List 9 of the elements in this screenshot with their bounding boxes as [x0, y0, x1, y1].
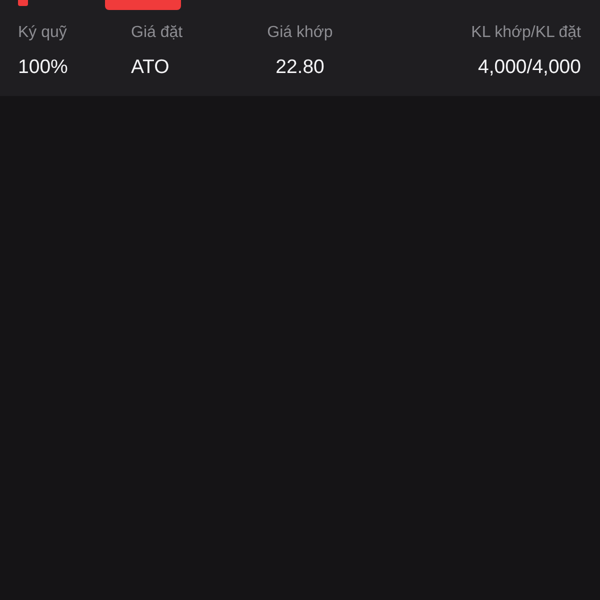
stock-icon	[18, 0, 28, 6]
field-value: ATO	[131, 55, 170, 79]
field-label: Giá đặt	[131, 23, 183, 43]
field-label: Ký quỹ	[18, 23, 67, 43]
field-label: Giá khớp	[267, 23, 333, 43]
field-value: 4,000/4,000	[478, 55, 581, 79]
field-label: KL khớp/KL đặt	[471, 23, 581, 43]
field-value: 22.80	[276, 55, 324, 79]
field-value: 100%	[18, 55, 68, 79]
